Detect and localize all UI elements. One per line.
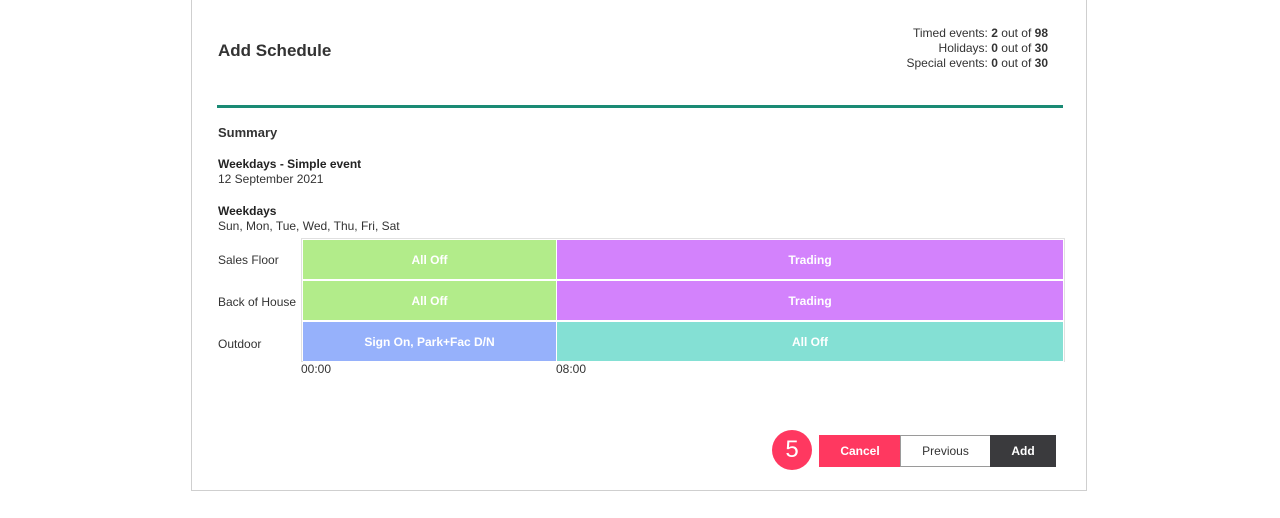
event-summary: Weekdays - Simple event 12 September 202…: [218, 157, 361, 187]
special-events-count: Special events: 0 out of 30: [906, 56, 1049, 70]
event-counts: Timed events: 2 out of 98 Holidays: 0 ou…: [907, 26, 1049, 71]
schedule-timeline: All Off Trading All Off Trading Sign On,…: [301, 238, 1065, 362]
summary-heading: Summary: [218, 125, 278, 140]
cancel-button[interactable]: Cancel: [819, 435, 901, 467]
event-date: 12 September 2021: [218, 172, 324, 186]
segment-sales-floor-all-off[interactable]: All Off: [303, 240, 557, 280]
holidays-count: Holidays: 0 out of 30: [938, 41, 1048, 55]
timed-events-count: Timed events: 2 out of 98: [912, 26, 1048, 40]
segment-back-of-house-all-off[interactable]: All Off: [303, 281, 557, 321]
tick-label-mid: 08:00: [556, 362, 587, 376]
event-heading: Weekdays - Simple event: [218, 157, 362, 171]
row-label-sales-floor: Sales Floor: [218, 253, 279, 267]
days-heading: Weekdays: [218, 204, 277, 218]
header-divider: [217, 105, 1063, 108]
tick-label-start: 00:00: [301, 362, 332, 376]
days-list: Sun, Mon, Tue, Wed, Thu, Fri, Sat: [218, 219, 400, 233]
days-summary: Weekdays Sun, Mon, Tue, Wed, Thu, Fri, S…: [218, 204, 400, 234]
row-label-back-of-house: Back of House: [218, 295, 297, 309]
step-number-badge: 5: [772, 430, 812, 470]
add-button[interactable]: Add: [990, 435, 1056, 467]
segment-outdoor-sign-on[interactable]: Sign On, Park+Fac D/N: [303, 322, 557, 362]
segment-outdoor-all-off[interactable]: All Off: [557, 322, 1064, 362]
previous-button[interactable]: Previous: [900, 435, 991, 467]
add-schedule-dialog: Add Schedule Timed events: 2 out of 98 H…: [191, 0, 1087, 491]
dialog-title: Add Schedule: [218, 41, 332, 60]
segment-back-of-house-trading[interactable]: Trading: [557, 281, 1064, 321]
row-label-outdoor: Outdoor: [218, 337, 262, 351]
segment-sales-floor-trading[interactable]: Trading: [557, 240, 1064, 280]
